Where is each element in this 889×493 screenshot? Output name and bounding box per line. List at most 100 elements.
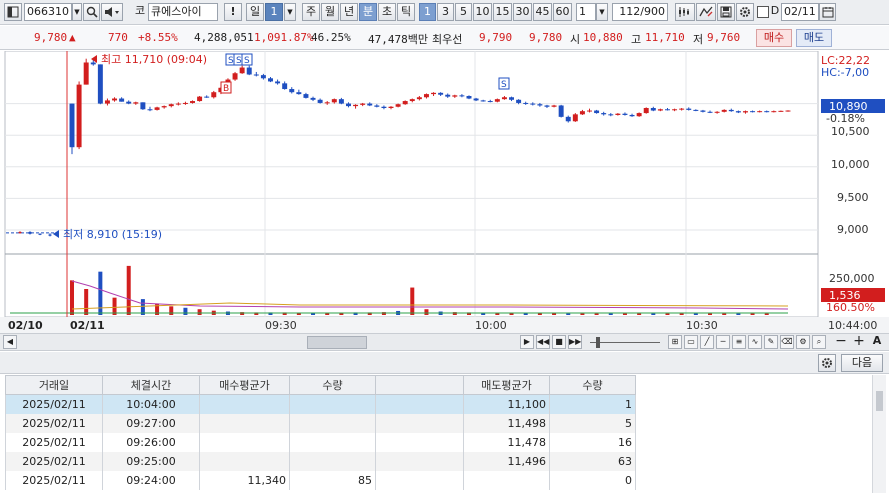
header-buy-qty: 수량 [289, 375, 376, 395]
indicator-icon[interactable] [696, 3, 716, 21]
candle-body [246, 67, 252, 75]
auto-button[interactable]: A [870, 335, 884, 349]
candle-body [133, 102, 139, 104]
trendline-icon[interactable]: ╱ [700, 335, 714, 349]
play-button[interactable]: ▶▶ [568, 335, 582, 349]
window-icon[interactable]: ▭ [684, 335, 698, 349]
candle-body [381, 106, 387, 109]
table-row[interactable]: 2025/02/11 09:26:00 11,478 16 [5, 432, 636, 452]
candle-body [147, 109, 153, 111]
scroll-thumb[interactable] [307, 336, 367, 349]
cell-date: 2025/02/11 [5, 394, 103, 414]
candle-body [544, 105, 550, 107]
wave-icon[interactable]: ∿ [748, 335, 762, 349]
hline-icon[interactable]: ─ [716, 335, 730, 349]
candle-body [345, 103, 351, 107]
period-dropdown[interactable]: ▼ [284, 3, 296, 21]
candle-body [594, 110, 600, 114]
minute-option-3[interactable]: 3 [437, 3, 454, 21]
candle-body [211, 92, 217, 98]
candle-body [700, 110, 706, 112]
header-buy-avg: 매수평균가 [199, 375, 290, 395]
buy-button[interactable]: 매수 [756, 29, 792, 47]
period-month-button[interactable]: 월 [321, 3, 339, 21]
trades-settings-icon[interactable] [818, 354, 836, 372]
save-icon[interactable] [717, 3, 735, 21]
signal-label: S [228, 56, 234, 66]
table-row[interactable]: 2025/02/11 09:24:00 11,340 85 0 [5, 470, 636, 490]
table-row[interactable]: 2025/02/11 09:25:00 11,496 63 [5, 451, 636, 471]
minute-option-45[interactable]: 45 [533, 3, 552, 21]
chart-settings-icon[interactable] [675, 3, 695, 21]
high-marker-label: 최고 11,710 (09:04) [101, 53, 207, 66]
window-menu-icon[interactable] [4, 3, 22, 21]
candle-body [572, 114, 578, 122]
minute-option-1[interactable]: 1 [419, 3, 436, 21]
period-second-button[interactable]: 초 [378, 3, 396, 21]
bar-count-input[interactable]: 112/900 [612, 3, 668, 21]
cell-sell-avg: 11,478 [463, 432, 550, 452]
candle-body [672, 109, 678, 111]
candle-body [480, 100, 486, 102]
fibo-icon[interactable]: ≡ [732, 335, 746, 349]
pencil-icon[interactable]: ✎ [764, 335, 778, 349]
draw-settings-icon[interactable]: ⚙ [796, 335, 810, 349]
speed-slider-handle[interactable] [596, 337, 600, 348]
stop-button[interactable]: ■ [552, 335, 566, 349]
minute-option-5[interactable]: 5 [455, 3, 472, 21]
candle-body [112, 98, 118, 101]
cell-date: 2025/02/11 [5, 432, 103, 452]
candle-body [296, 92, 302, 95]
speaker-icon[interactable] [101, 3, 123, 21]
calendar-icon[interactable] [819, 3, 836, 21]
candle-body [48, 234, 52, 236]
chart-scrollbar[interactable]: ◀ ▶ ◀◀ ■ ▶▶ ⊞ ▭ ╱ ─ ≡ ∿ ✎ ⌫ ⚙ ⌕ − + A [0, 333, 889, 351]
alert-button[interactable]: ! [224, 3, 242, 21]
cell-time: 09:24:00 [102, 470, 200, 490]
candle-body [197, 96, 203, 102]
stock-code-input[interactable]: 066310 [24, 3, 72, 21]
candle-body [452, 95, 458, 97]
minute-option-30[interactable]: 30 [513, 3, 532, 21]
minute-option-10[interactable]: 10 [473, 3, 492, 21]
period-year-button[interactable]: 년 [340, 3, 358, 21]
crosshair-icon[interactable]: ⊞ [668, 335, 682, 349]
trades-scrollbar[interactable] [872, 375, 886, 493]
scroll-right-button[interactable]: ▶ [520, 335, 534, 349]
period-day-button[interactable]: 일 [246, 3, 264, 21]
date-input[interactable]: 02/11 [781, 3, 819, 21]
zoom-out-button[interactable]: − [834, 334, 848, 349]
table-row[interactable]: 2025/02/11 10:04:00 11,100 1 [5, 394, 636, 414]
interval-input[interactable]: 1 [576, 3, 596, 21]
stock-code-dropdown[interactable]: ▼ [72, 3, 82, 21]
trades-header-row: 거래일 체결시간 매수평균가 수량 매도평균가 수량 [5, 375, 636, 395]
table-row[interactable]: 2025/02/11 09:27:00 11,498 5 [5, 413, 636, 433]
minute-option-60[interactable]: 60 [553, 3, 572, 21]
candle-body [268, 78, 273, 82]
price-chart[interactable]: SSSBS 최고 11,710 (09:04) 최저 8,910 (15:19)… [0, 50, 889, 333]
scroll-left-button[interactable]: ◀ [3, 335, 17, 349]
stock-name-field[interactable]: 큐에스아이 [148, 3, 218, 21]
eraser-icon[interactable]: ⌫ [780, 335, 794, 349]
period-minute-button[interactable]: 분 [359, 3, 377, 21]
search-zoom-icon[interactable]: ⌕ [812, 335, 826, 349]
speed-slider-track[interactable] [590, 342, 660, 343]
chart-canvas[interactable]: S S SB S 최고 11,710 (09:04) 최저 8,910 (15:19)… [0, 50, 889, 333]
candle-body [657, 109, 663, 111]
date-checkbox[interactable] [757, 6, 769, 18]
period-value-field[interactable]: 1 [265, 3, 283, 21]
minute-option-15[interactable]: 15 [493, 3, 512, 21]
cell-sell-qty: 5 [549, 413, 636, 433]
interval-dropdown[interactable]: ▼ [596, 3, 608, 21]
period-tick-button[interactable]: 틱 [397, 3, 415, 21]
period-week-button[interactable]: 주 [302, 3, 320, 21]
gear-icon[interactable] [736, 3, 754, 21]
search-icon[interactable] [83, 3, 100, 21]
cell-empty [375, 451, 464, 471]
sell-button[interactable]: 매도 [796, 29, 832, 47]
next-button[interactable]: 다음 [841, 354, 883, 372]
zoom-in-button[interactable]: + [852, 334, 866, 349]
cell-buy-avg: 11,340 [199, 470, 290, 490]
rewind-button[interactable]: ◀◀ [536, 335, 550, 349]
trades-scroll-thumb[interactable] [876, 391, 883, 411]
